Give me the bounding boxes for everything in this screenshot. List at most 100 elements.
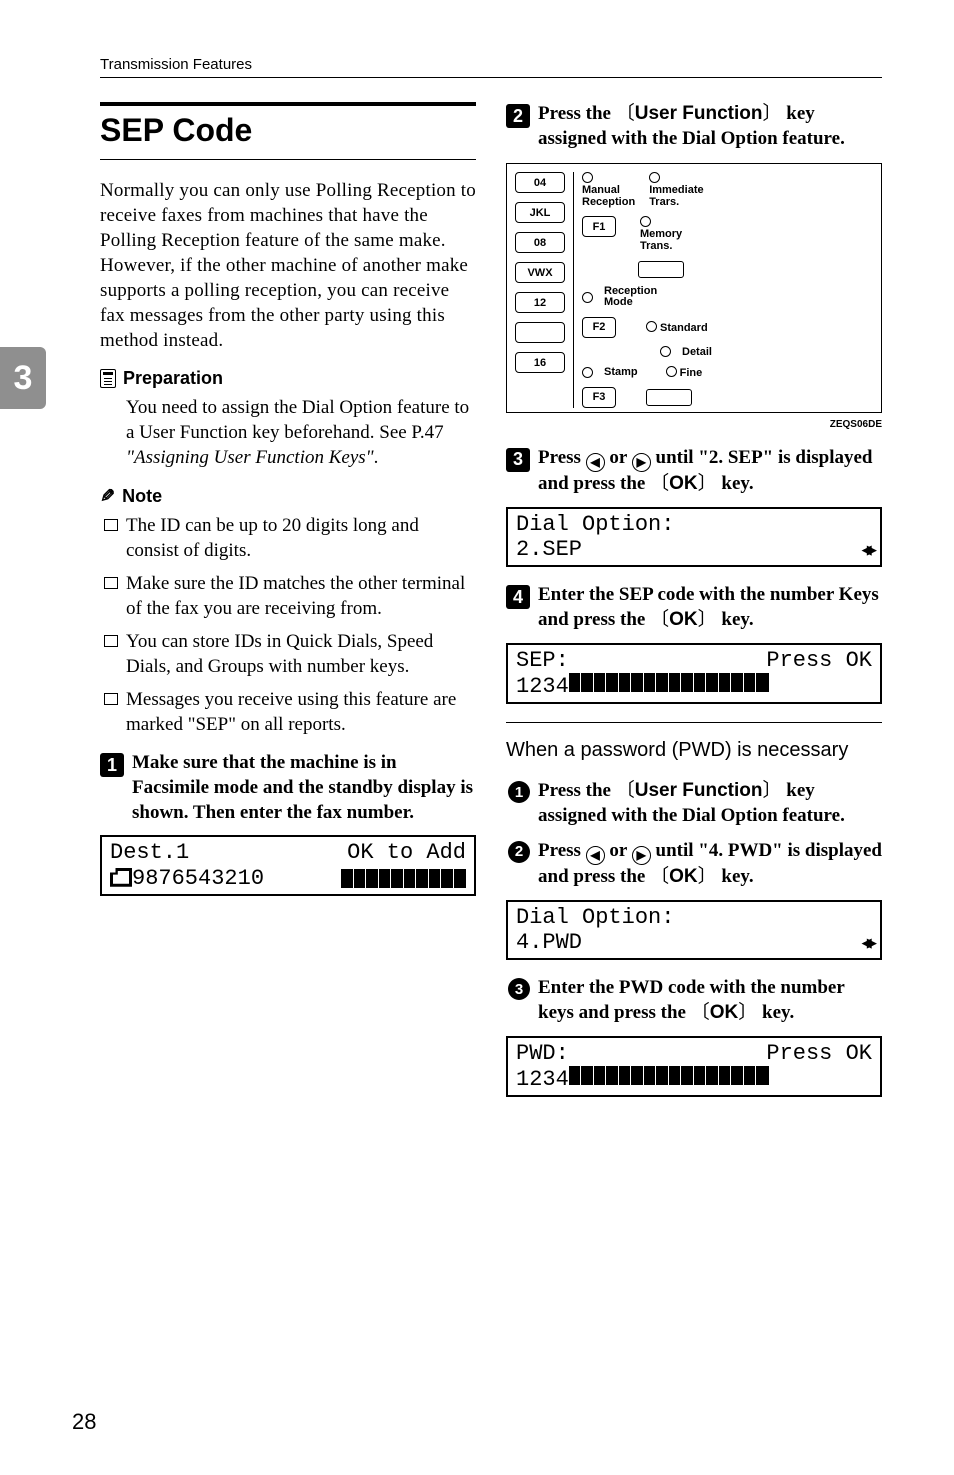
t: key. bbox=[757, 1002, 794, 1023]
step-1: 1 Make sure that the machine is in Facsi… bbox=[100, 751, 476, 825]
lcd-line2: 4.PWD bbox=[516, 930, 582, 955]
step-1-text: Make sure that the machine is in Facsimi… bbox=[132, 751, 476, 825]
step-number-icon: 3 bbox=[506, 448, 530, 472]
panel-right-area: Manual Reception Immediate Trars. F1 Mem… bbox=[573, 172, 873, 407]
note-list: The ID can be up to 20 digits long and c… bbox=[100, 513, 476, 738]
chapter-tab: 3 bbox=[0, 347, 46, 409]
f2-key: F2 bbox=[582, 317, 616, 338]
pencil-icon bbox=[100, 486, 115, 507]
lcd-pwd-entry: PWD:Press OK 1234 bbox=[506, 1036, 882, 1098]
t: Memory Trans. bbox=[640, 229, 682, 252]
numkey: 12 bbox=[515, 292, 565, 313]
t: Press the bbox=[538, 780, 616, 801]
lcd-dest: Dest.1 OK to Add 9876543210 bbox=[100, 835, 476, 896]
panel-immediate: Immediate Trars. bbox=[649, 172, 703, 208]
t: key. bbox=[717, 866, 754, 887]
lcd-dial-option-pwd: Dial Option: 4.PWD bbox=[506, 900, 882, 961]
lcd-dest-digits: 9876543210 bbox=[132, 866, 264, 891]
step-3: 3 Press ◀ or ▶ until "2. SEP" is display… bbox=[506, 446, 882, 497]
t: Fine bbox=[680, 367, 703, 379]
preparation-label: Preparation bbox=[123, 368, 223, 389]
lcd-blocks bbox=[569, 1066, 769, 1085]
t: or bbox=[605, 840, 632, 861]
numkey bbox=[515, 322, 565, 343]
t: Detail bbox=[682, 346, 712, 358]
substep-number-icon: 3 bbox=[508, 978, 530, 1000]
step-number-icon: 1 bbox=[100, 753, 124, 777]
substep-2: 2 Press ◀ or ▶ until "4. PWD" is display… bbox=[508, 839, 882, 890]
substep-number-icon: 1 bbox=[508, 781, 530, 803]
panel-manual-reception: Manual Reception bbox=[582, 172, 635, 208]
t: or bbox=[605, 447, 632, 468]
step-number-icon: 4 bbox=[506, 585, 530, 609]
left-arrow-icon: ◀ bbox=[586, 453, 605, 472]
ok-key: OK bbox=[650, 866, 717, 887]
lcd-dial-option-sep: Dial Option: 2.SEP bbox=[506, 507, 882, 568]
subsection-heading: When a password (PWD) is necessary bbox=[506, 722, 882, 763]
right-arrow-icon: ▶ bbox=[632, 846, 651, 865]
lcd-blocks bbox=[341, 869, 466, 888]
t: key. bbox=[717, 473, 754, 494]
numkey: VWX bbox=[515, 262, 565, 283]
panel-fine: Fine bbox=[666, 366, 703, 379]
note-label: Note bbox=[122, 486, 162, 507]
right-column: 2 Press the User Function key assigned w… bbox=[506, 102, 882, 1097]
step-3-text: Press ◀ or ▶ until "2. SEP" is displayed… bbox=[538, 446, 882, 497]
lcd-dest-left: Dest.1 bbox=[110, 840, 189, 865]
lcd-dest-right: OK to Add bbox=[347, 840, 466, 865]
panel-reception-mode: Reception Mode bbox=[604, 286, 657, 309]
lcd-sep-label: SEP: bbox=[516, 648, 569, 673]
lcd-press-ok: Press OK bbox=[766, 648, 872, 673]
running-header: Transmission Features bbox=[100, 56, 882, 78]
step-4: 4 Enter the SEP code with the number Key… bbox=[506, 583, 882, 632]
ok-key: OK bbox=[650, 473, 717, 494]
prep-text-ref: "Assigning User Function Keys" bbox=[126, 447, 374, 468]
t: Immediate Trars. bbox=[649, 185, 703, 208]
lcd-line1: Dial Option: bbox=[516, 905, 674, 930]
prep-text-a: You need to assign the Dial Option featu… bbox=[126, 397, 469, 443]
user-function-key: User Function bbox=[616, 780, 782, 801]
panel-caption: ZEQS06DE bbox=[506, 419, 882, 430]
substep-2-text: Press ◀ or ▶ until "4. PWD" is displayed… bbox=[538, 839, 882, 890]
panel-number-keys: 04 JKL 08 VWX 12 16 bbox=[515, 172, 565, 407]
left-right-arrow-icon bbox=[856, 537, 872, 562]
lcd-sep-entry: SEP: Press OK 1234 bbox=[506, 643, 882, 705]
t: Standard bbox=[660, 322, 708, 334]
substep-3-text: Enter the PWD code with the number keys … bbox=[538, 976, 882, 1025]
t: Press the bbox=[538, 103, 616, 124]
numkey: 04 bbox=[515, 172, 565, 193]
substep-number-icon: 2 bbox=[508, 841, 530, 863]
note-heading: Note bbox=[100, 486, 476, 507]
numkey: 08 bbox=[515, 232, 565, 253]
step-number-icon: 2 bbox=[506, 104, 530, 128]
f3-key: F3 bbox=[582, 387, 616, 408]
left-arrow-icon: ◀ bbox=[586, 846, 605, 865]
fax-icon bbox=[110, 868, 132, 887]
right-arrow-icon: ▶ bbox=[632, 453, 651, 472]
t: Press bbox=[538, 840, 586, 861]
lcd-line1: Dial Option: bbox=[516, 512, 674, 537]
page-number: 28 bbox=[72, 1409, 96, 1435]
t: key. bbox=[717, 609, 754, 630]
note-item: The ID can be up to 20 digits long and c… bbox=[100, 513, 476, 563]
panel-box bbox=[638, 261, 684, 278]
panel-standard: Standard bbox=[646, 321, 708, 334]
lcd-press-ok: Press OK bbox=[766, 1041, 872, 1066]
clipboard-icon bbox=[100, 369, 116, 388]
intro-paragraph: Normally you can only use Polling Recept… bbox=[100, 178, 476, 354]
note-item: Messages you receive using this feature … bbox=[100, 687, 476, 737]
panel-box bbox=[646, 389, 692, 406]
step-4-text: Enter the SEP code with the number Keys … bbox=[538, 583, 882, 632]
user-function-key: User Function bbox=[616, 103, 782, 124]
lcd-blocks bbox=[569, 673, 769, 692]
t: Press bbox=[538, 447, 586, 468]
ok-key: OK bbox=[650, 609, 717, 630]
substep-1: 1 Press the User Function key assigned w… bbox=[508, 779, 882, 828]
numkey: JKL bbox=[515, 202, 565, 223]
lcd-sep-digits: 1234 bbox=[516, 674, 569, 699]
ok-key: OK bbox=[691, 1002, 758, 1023]
panel-detail: Detail bbox=[660, 346, 873, 358]
note-item: Make sure the ID matches the other termi… bbox=[100, 571, 476, 621]
step-2: 2 Press the User Function key assigned w… bbox=[506, 102, 882, 151]
prep-text-c: . bbox=[374, 447, 379, 468]
